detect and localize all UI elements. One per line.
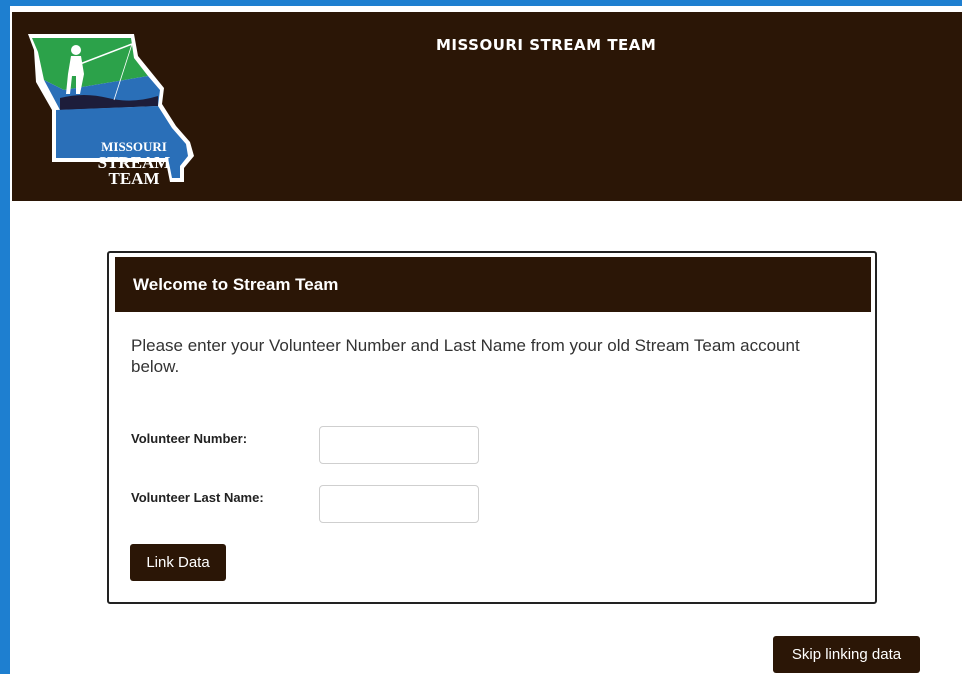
instructions-text: Please enter your Volunteer Number and L… bbox=[131, 336, 800, 376]
volunteer-last-name-label: Volunteer Last Name: bbox=[131, 490, 264, 505]
panel-title: Welcome to Stream Team bbox=[133, 275, 339, 294]
link-data-button[interactable]: Link Data bbox=[130, 544, 226, 581]
welcome-panel: Welcome to Stream Team Please enter your… bbox=[107, 251, 877, 604]
skip-linking-data-button[interactable]: Skip linking data bbox=[773, 636, 920, 673]
site-title: MISSOURI STREAM TEAM bbox=[436, 36, 657, 54]
volunteer-last-name-input[interactable] bbox=[319, 485, 479, 523]
missouri-stream-team-logo[interactable]: MISSOURI STREAM TEAM bbox=[24, 30, 202, 188]
logo-wordmark: MISSOURI STREAM TEAM bbox=[97, 139, 171, 188]
panel-header: Welcome to Stream Team bbox=[115, 257, 871, 312]
volunteer-number-input[interactable] bbox=[319, 426, 479, 464]
volunteer-number-label: Volunteer Number: bbox=[131, 431, 248, 446]
